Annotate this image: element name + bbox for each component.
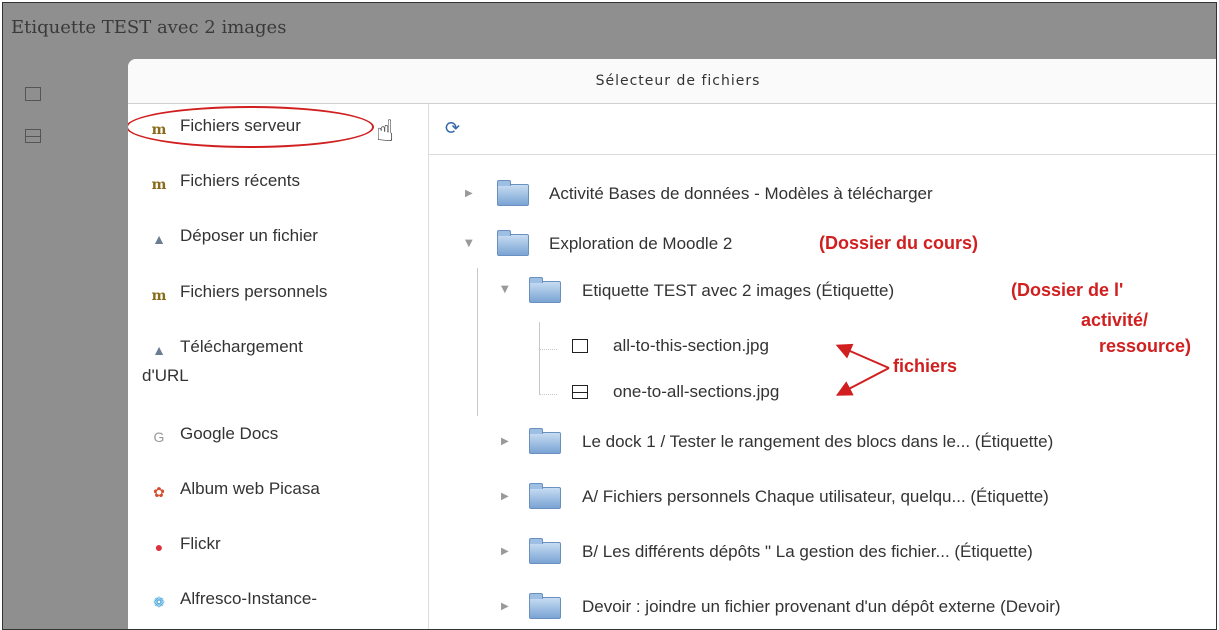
tree-item-folder[interactable]: B/ Les différents dépôts " La gestion de…	[582, 542, 1033, 562]
tree-item-folder[interactable]: Le dock 1 / Tester le rangement des bloc…	[582, 432, 1053, 452]
tree-item-file[interactable]: one-to-all-sections.jpg	[613, 382, 779, 402]
sidebar-item-google-docs[interactable]: G Google Docs	[150, 424, 279, 446]
moodle-icon: m	[151, 177, 167, 193]
sidebar-item-upload-file[interactable]: ▲ Déposer un fichier	[150, 226, 318, 248]
sidebar-item-private-files[interactable]: m Fichiers personnels	[150, 282, 328, 305]
upload-icon: ▲	[152, 342, 166, 358]
upload-icon: ▲	[152, 231, 166, 247]
sidebar-item-url-download-label2[interactable]: d'URL	[142, 366, 189, 386]
folder-icon	[529, 277, 561, 303]
image-file-icon	[572, 385, 588, 399]
annotation-activity-folder: activité/	[1081, 310, 1149, 330]
tree-line	[477, 268, 478, 416]
folder-icon	[497, 180, 529, 206]
file-browser-pane: ⟳ ▶ Activité Bases de données - Modèles …	[429, 104, 1216, 629]
image-file-icon	[572, 339, 588, 353]
sidebar-item-server-files[interactable]: m Fichiers serveur	[150, 116, 301, 139]
dialog-title: Sélecteur de fichiers	[128, 59, 1216, 104]
sidebar-item-picasa[interactable]: ✿ Album web Picasa	[150, 479, 320, 501]
image-icon	[25, 87, 41, 101]
expand-arrow-icon[interactable]: ▶	[501, 546, 509, 557]
alfresco-icon: ❁	[153, 594, 165, 610]
folder-icon	[497, 230, 529, 256]
toolbar: ⟳	[429, 104, 1216, 155]
annotation-activity-folder: (Dossier de l'	[1011, 280, 1124, 300]
sidebar-item-url-download[interactable]: ▲ Téléchargement	[150, 337, 303, 359]
repository-sidebar: ☝ m Fichiers serveur m Fichiers récents ▲ D…	[128, 104, 429, 629]
tree-line	[539, 349, 557, 350]
tree-line	[539, 322, 540, 394]
folder-icon	[529, 428, 561, 454]
picasa-icon: ✿	[153, 484, 165, 500]
folder-icon	[529, 538, 561, 564]
annotation-course-folder: (Dossier du cours)	[819, 233, 979, 253]
refresh-icon[interactable]: ⟳	[445, 118, 460, 139]
tree-item-folder[interactable]: A/ Fichiers personnels Chaque utilisateu…	[582, 487, 1049, 507]
google-icon: G	[153, 429, 165, 445]
tree-item-file[interactable]: all-to-this-section.jpg	[613, 336, 769, 356]
folder-icon	[529, 593, 561, 619]
expand-arrow-icon[interactable]: ▶	[501, 601, 509, 612]
folder-icon	[529, 483, 561, 509]
collapse-arrow-icon[interactable]: ▼	[501, 284, 509, 295]
collapse-arrow-icon[interactable]: ▼	[465, 238, 473, 249]
image-split-icon	[25, 129, 41, 143]
tree-item-folder[interactable]: Exploration de Moodle 2	[549, 234, 732, 254]
flickr-icon: ●	[154, 539, 164, 555]
tree-item-folder[interactable]: Devoir : joindre un fichier provenant d'…	[582, 597, 1061, 617]
expand-arrow-icon[interactable]: ▶	[501, 436, 509, 447]
moodle-icon: m	[151, 122, 167, 138]
expand-arrow-icon[interactable]: ▶	[501, 491, 509, 502]
page-title: Etiquette TEST avec 2 images	[11, 17, 287, 38]
screenshot-frame: Etiquette TEST avec 2 images Sélecteur d…	[2, 2, 1217, 630]
sidebar-item-flickr[interactable]: ● Flickr	[150, 534, 221, 556]
annotation-activity-folder: ressource)	[1099, 336, 1192, 356]
sidebar-item-alfresco[interactable]: ❁ Alfresco-Instance-	[150, 589, 317, 611]
moodle-icon: m	[151, 288, 167, 304]
tree-item-folder[interactable]: Etiquette TEST avec 2 images (Étiquette)	[582, 281, 894, 301]
tree-item-folder[interactable]: Activité Bases de données - Modèles à té…	[549, 184, 933, 204]
pointer-hand-icon: ☝	[376, 114, 395, 149]
tree-line	[539, 394, 557, 395]
expand-arrow-icon[interactable]: ▶	[465, 188, 473, 199]
sidebar-item-recent-files[interactable]: m Fichiers récents	[150, 171, 300, 194]
annotation-files: fichiers	[893, 356, 958, 376]
file-picker-dialog: Sélecteur de fichiers ☝ m Fichiers serveu…	[128, 59, 1216, 629]
